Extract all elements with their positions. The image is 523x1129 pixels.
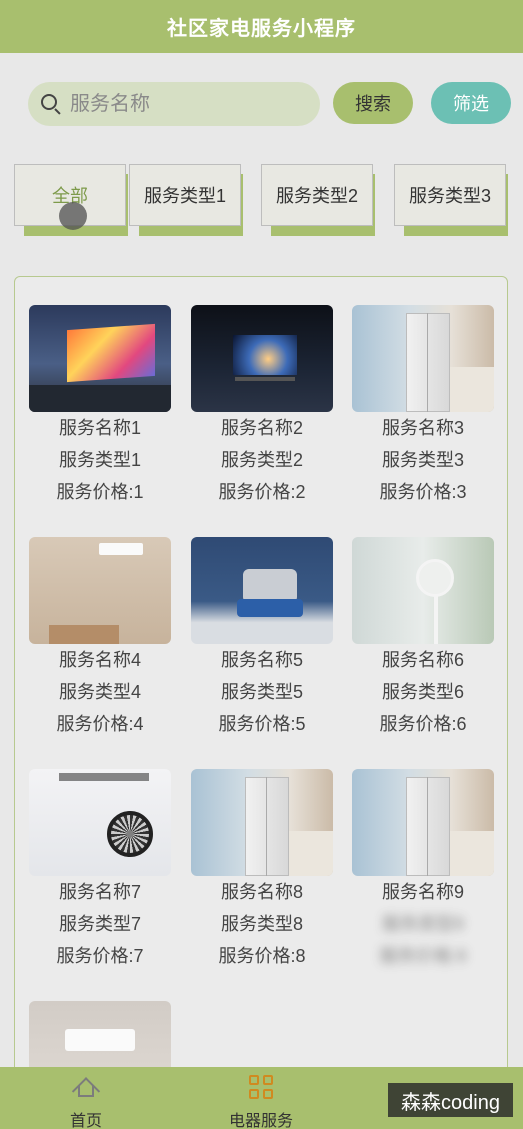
service-card[interactable]: 服务名称4 服务类型4 服务价格:4 [29, 537, 171, 740]
tv-image [29, 305, 171, 412]
fan-image [352, 537, 494, 644]
service-card[interactable]: 服务名称1 服务类型1 服务价格:1 [29, 305, 171, 508]
service-price: 服务价格:4 [56, 714, 144, 734]
category-tab-2[interactable]: 服务类型2 [261, 164, 375, 236]
fridge-image [352, 305, 494, 412]
service-type: 服务类型4 [58, 682, 141, 702]
search-icon [40, 93, 62, 115]
category-tab-3[interactable]: 服务类型3 [394, 164, 508, 236]
category-tab-1[interactable]: 服务类型1 [129, 164, 243, 236]
service-type: 服务类型6 [381, 682, 464, 702]
service-name: 服务名称3 [381, 418, 464, 438]
service-card[interactable]: 服务名称7 服务类型7 服务价格:7 [29, 769, 171, 972]
service-name: 服务名称5 [220, 650, 303, 670]
grid-icon [249, 1075, 275, 1101]
tab-home[interactable]: 首页 [26, 1067, 146, 1129]
service-price: 服务价格:9 [379, 946, 467, 966]
service-price: 服务价格:6 [379, 714, 467, 734]
service-name: 服务名称9 [381, 882, 464, 902]
service-type: 服务类型3 [381, 450, 464, 470]
service-name: 服务名称6 [381, 650, 464, 670]
service-type: 服务类型8 [220, 914, 303, 934]
tab-appliance-service[interactable]: 电器服务 [201, 1067, 321, 1129]
service-price: 服务价格:8 [218, 946, 306, 966]
filter-button[interactable]: 筛选 [431, 82, 511, 124]
category-label: 服务类型1 [129, 164, 241, 226]
service-card[interactable]: 服务名称2 服务类型2 服务价格:2 [191, 305, 333, 508]
fan-image [29, 769, 171, 876]
search-input[interactable] [70, 92, 290, 116]
air-conditioner-image [29, 537, 171, 644]
category-tab-all[interactable]: 全部 [14, 164, 128, 236]
service-name: 服务名称7 [58, 882, 141, 902]
search-button[interactable]: 搜索 [333, 82, 413, 124]
service-card[interactable]: 服务名称6 服务类型6 服务价格:6 [352, 537, 494, 740]
fridge-image [191, 769, 333, 876]
service-name: 服务名称4 [58, 650, 141, 670]
page-title: 社区家电服务小程序 [167, 18, 356, 40]
service-price: 服务价格:1 [56, 482, 144, 502]
cooker-image [191, 537, 333, 644]
service-type: 服务类型1 [58, 450, 141, 470]
service-name: 服务名称8 [220, 882, 303, 902]
service-card[interactable]: 服务名称5 服务类型5 服务价格:5 [191, 537, 333, 740]
service-type: 服务类型7 [58, 914, 141, 934]
service-price: 服务价格:5 [218, 714, 306, 734]
service-price: 服务价格:3 [379, 482, 467, 502]
service-name: 服务名称1 [58, 418, 141, 438]
tab-home-label: 首页 [69, 1113, 102, 1129]
service-card[interactable]: 服务名称8 服务类型8 服务价格:8 [191, 769, 333, 972]
tab-service-label: 电器服务 [228, 1113, 293, 1129]
category-label: 服务类型3 [394, 164, 506, 226]
service-card[interactable]: 服务名称9 服务类型9 服务价格:9 [352, 769, 494, 972]
service-price: 服务价格:7 [56, 946, 144, 966]
home-icon [71, 1075, 101, 1106]
watermark: 森森coding [388, 1083, 513, 1117]
service-grid: 服务名称1 服务类型1 服务价格:1 服务名称2 服务类型2 服务价格:2 服务… [14, 276, 508, 1096]
service-name: 服务名称2 [220, 418, 303, 438]
service-type: 服务类型2 [220, 450, 303, 470]
service-card[interactable]: 服务名称3 服务类型3 服务价格:3 [352, 305, 494, 508]
service-price: 服务价格:2 [218, 482, 306, 502]
service-type: 服务类型5 [220, 682, 303, 702]
search-box[interactable] [28, 82, 320, 126]
app-header: 社区家电服务小程序 [0, 0, 523, 53]
category-tabs: 全部 服务类型1 服务类型2 服务类型3 [14, 164, 523, 240]
fridge-image [352, 769, 494, 876]
category-label: 服务类型2 [261, 164, 373, 226]
service-type: 服务类型9 [381, 914, 464, 934]
tv-image [191, 305, 333, 412]
touch-indicator [59, 202, 87, 230]
